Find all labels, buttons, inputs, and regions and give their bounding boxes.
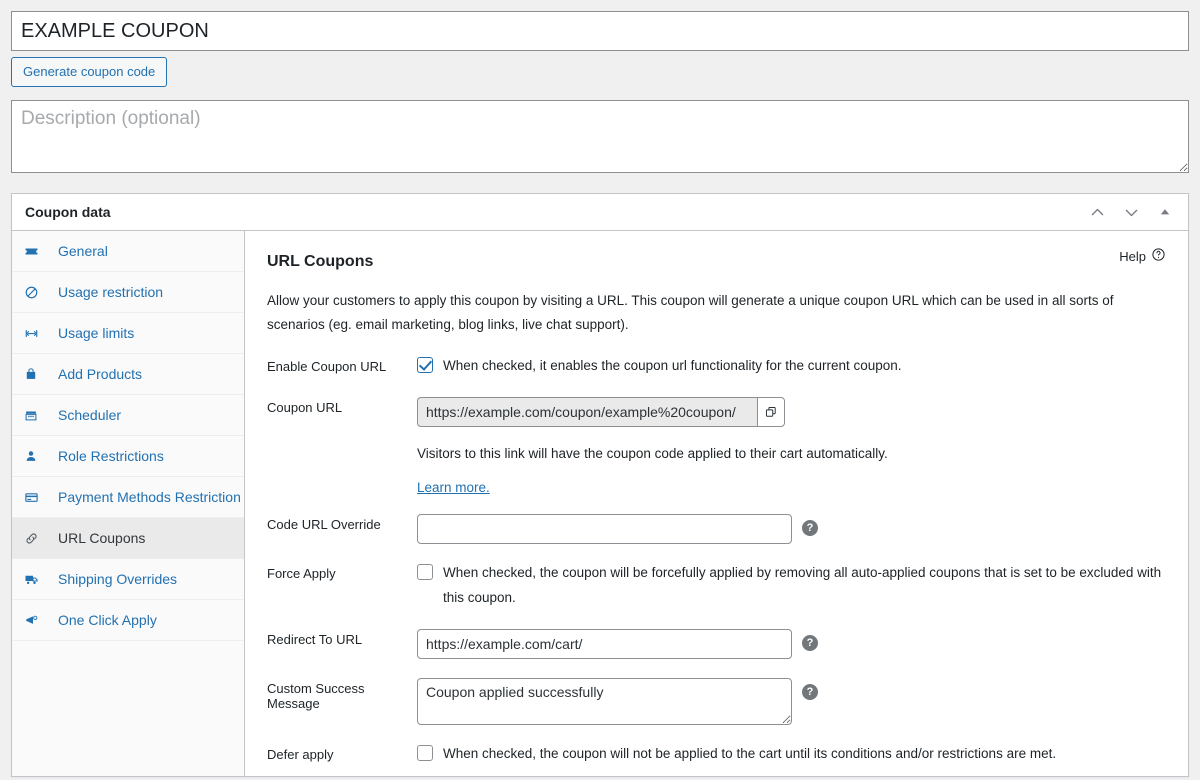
field-description: When checked, the coupon will be forcefu… [443, 565, 1162, 605]
field-defer-apply: Defer apply When checked, the coupon wil… [267, 744, 1174, 766]
tab-usage-limits[interactable]: Usage limits [12, 313, 244, 354]
coupon-url-hint: Visitors to this link will have the coup… [417, 446, 888, 461]
defer-apply-checkbox[interactable] [417, 745, 433, 761]
field-label: Enable Coupon URL [267, 359, 387, 374]
enable-coupon-url-checkbox[interactable] [417, 357, 433, 373]
field-custom-success-message: Custom Success Message ? [267, 678, 1174, 725]
help-tip-icon[interactable]: ? [802, 635, 818, 651]
panel-title: Coupon data [25, 204, 111, 220]
tab-label: Payment Methods Restriction [58, 489, 241, 505]
help-link[interactable]: Help [1119, 247, 1174, 265]
field-label: Defer apply [267, 747, 334, 762]
tab-role-restrictions[interactable]: Role Restrictions [12, 436, 244, 477]
generate-coupon-code-button[interactable]: Generate coupon code [11, 57, 168, 87]
help-icon [1151, 247, 1166, 265]
custom-success-message-input[interactable] [417, 678, 792, 725]
field-redirect-to-url: Redirect To URL ? [267, 629, 1174, 659]
field-label: Force Apply [267, 566, 336, 581]
generate-row: Generate coupon code [0, 51, 1200, 87]
block-icon [24, 285, 44, 300]
bag-icon [24, 367, 44, 381]
field-coupon-url: Coupon URL Visitors to this link w [267, 397, 1174, 495]
tab-label: URL Coupons [58, 530, 146, 546]
truck-icon [24, 572, 44, 587]
title-area [0, 0, 1200, 51]
redirect-to-url-input[interactable] [417, 629, 792, 659]
learn-more-link[interactable]: Learn more. [417, 480, 490, 495]
field-description: When checked, it enables the coupon url … [443, 358, 902, 373]
tab-label: General [58, 243, 108, 259]
coupon-code-input[interactable] [11, 11, 1189, 51]
megaphone-icon [24, 613, 44, 628]
coupon-data-tabs: General Usage restriction Usage limits A… [12, 231, 245, 776]
field-force-apply: Force Apply When checked, the coupon wil… [267, 563, 1174, 610]
intro-text: Allow your customers to apply this coupo… [267, 293, 1114, 332]
tab-scheduler[interactable]: Scheduler [12, 395, 244, 436]
tab-label: One Click Apply [58, 612, 157, 628]
page-title: URL Coupons [267, 253, 374, 270]
tab-usage-restriction[interactable]: Usage restriction [12, 272, 244, 313]
tab-general[interactable]: General [12, 231, 244, 272]
limits-icon [24, 326, 44, 341]
field-label: Redirect To URL [267, 632, 363, 647]
description-area [0, 87, 1200, 173]
force-apply-checkbox[interactable] [417, 564, 433, 580]
description-input[interactable] [11, 100, 1189, 173]
tab-label: Usage restriction [58, 284, 164, 300]
card-icon [24, 490, 44, 505]
link-icon [24, 531, 44, 546]
coupon-url-input[interactable] [417, 397, 757, 427]
code-url-override-input[interactable] [417, 514, 792, 544]
url-coupons-panel: URL Coupons Help Allow your customers to [245, 231, 1188, 776]
help-label: Help [1119, 248, 1146, 264]
tab-url-coupons[interactable]: URL Coupons [12, 518, 244, 559]
content-header: URL Coupons Help [267, 245, 1174, 271]
ticket-icon [24, 244, 44, 259]
move-down-icon[interactable] [1120, 201, 1142, 223]
tab-payment-methods-restriction[interactable]: Payment Methods Restriction [12, 477, 244, 518]
calendar-icon [24, 408, 44, 422]
tab-label: Usage limits [58, 325, 135, 341]
copy-icon[interactable] [757, 397, 785, 427]
panel-header: Coupon data [12, 194, 1188, 231]
panel-controls [1086, 201, 1176, 223]
coupon-data-panel: Coupon data General Usage restriction Us… [11, 193, 1189, 777]
toggle-panel-icon[interactable] [1154, 201, 1176, 223]
field-label: Custom Success Message [267, 681, 365, 711]
field-label: Code URL Override [267, 517, 381, 532]
field-code-url-override: Code URL Override ? [267, 514, 1174, 544]
help-tip-icon[interactable]: ? [802, 520, 818, 536]
coupon-edit-page: Generate coupon code Coupon data [0, 0, 1200, 780]
tab-label: Add Products [58, 366, 143, 382]
move-up-icon[interactable] [1086, 201, 1108, 223]
panel-body: General Usage restriction Usage limits A… [12, 231, 1188, 776]
coupon-url-group [417, 397, 785, 427]
field-enable-coupon-url: Enable Coupon URL When checked, it enabl… [267, 356, 1174, 378]
tab-add-products[interactable]: Add Products [12, 354, 244, 395]
user-icon [24, 449, 44, 463]
field-description: When checked, the coupon will not be app… [443, 746, 1057, 761]
tab-shipping-overrides[interactable]: Shipping Overrides [12, 559, 244, 600]
tab-one-click-apply[interactable]: One Click Apply [12, 600, 244, 641]
tab-label: Shipping Overrides [58, 571, 178, 587]
field-label: Coupon URL [267, 400, 343, 415]
tab-label: Scheduler [58, 407, 122, 423]
help-tip-icon[interactable]: ? [802, 684, 818, 700]
tab-label: Role Restrictions [58, 448, 164, 464]
